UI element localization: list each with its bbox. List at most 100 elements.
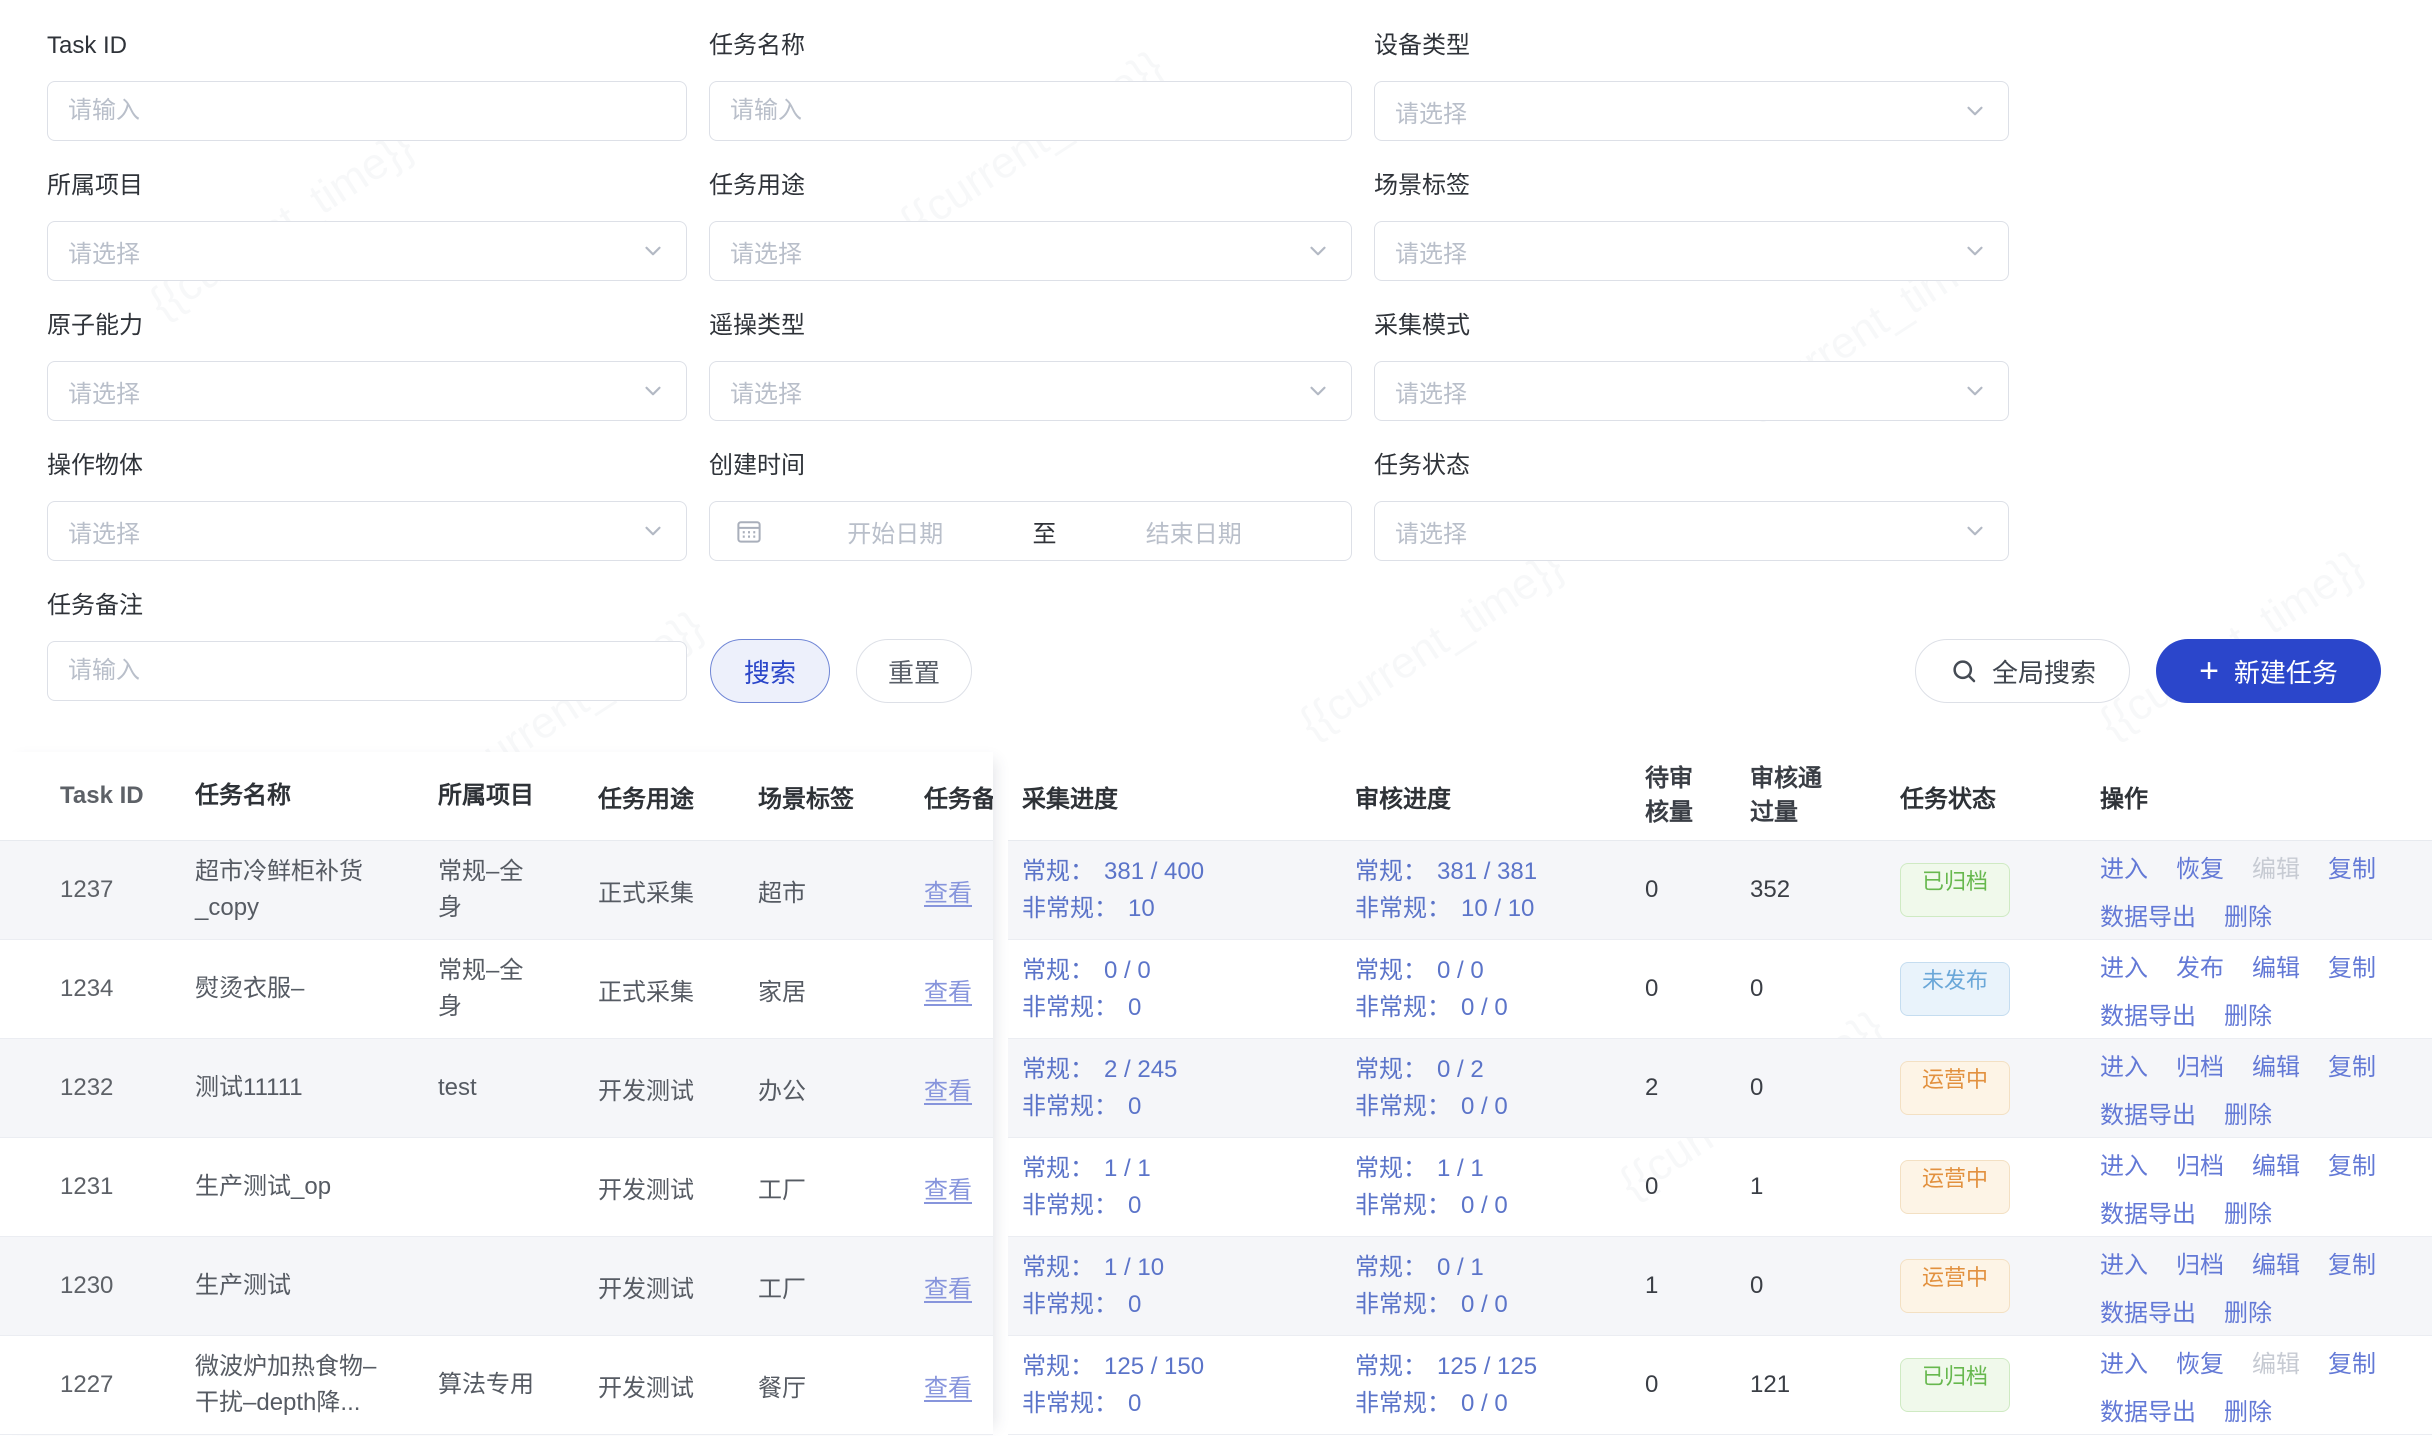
teleop-type-select[interactable]: 请选择 bbox=[709, 361, 1352, 421]
table-row: 1227 微波炉加热食物–干扰–depth降... 算法专用 开发测试 餐厅 查… bbox=[0, 1336, 993, 1435]
device-type-select[interactable]: 请选择 bbox=[1374, 81, 2009, 141]
atomic-ability-select[interactable]: 请选择 bbox=[47, 361, 687, 421]
filter-field-project: 所属项目 请选择 bbox=[47, 174, 687, 281]
delete-link[interactable]: 删除 bbox=[2224, 1293, 2272, 1328]
delete-link[interactable]: 删除 bbox=[2224, 996, 2272, 1031]
field-label: 任务状态 bbox=[1374, 454, 2009, 478]
enter-link[interactable]: 进入 bbox=[2100, 948, 2148, 983]
field-label: Task ID bbox=[47, 34, 687, 58]
export-link[interactable]: 数据导出 bbox=[2100, 1095, 2196, 1130]
field-label: 场景标签 bbox=[1374, 174, 2009, 198]
reset-button[interactable]: 重置 bbox=[856, 639, 972, 703]
view-remark-link[interactable]: 查看 bbox=[924, 1269, 972, 1304]
enter-link[interactable]: 进入 bbox=[2100, 1245, 2148, 1280]
task-status-select[interactable]: 请选择 bbox=[1374, 501, 2009, 561]
view-remark-link[interactable]: 查看 bbox=[924, 1170, 972, 1205]
table-row: 常规：1 / 10 非常规：0 常规：0 / 1 非常规：0 / 0 1 0 运… bbox=[1008, 1237, 2432, 1336]
field-label: 遥操类型 bbox=[709, 314, 1352, 338]
global-search-button[interactable]: 全局搜索 bbox=[1915, 639, 2130, 703]
collect-mode-select[interactable]: 请选择 bbox=[1374, 361, 2009, 421]
project-select[interactable]: 请选择 bbox=[47, 221, 687, 281]
delete-link[interactable]: 删除 bbox=[2224, 1392, 2272, 1427]
copy-link[interactable]: 复制 bbox=[2328, 1344, 2376, 1379]
view-remark-link[interactable]: 查看 bbox=[924, 873, 972, 908]
field-label: 采集模式 bbox=[1374, 314, 2009, 338]
create-task-button[interactable]: + 新建任务 bbox=[2156, 639, 2381, 703]
status-badge: 未发布 bbox=[1900, 962, 2010, 1016]
export-link[interactable]: 数据导出 bbox=[2100, 1392, 2196, 1427]
chevron-down-icon bbox=[1962, 238, 1988, 264]
field-label: 任务名称 bbox=[709, 34, 1352, 58]
filter-field-scene-tag: 场景标签 请选择 bbox=[1374, 174, 2009, 281]
task-filter-form: Task ID 任务名称 设备类型 请选择 所属项目 请选择 任务用途 请选择 bbox=[47, 34, 2057, 701]
archive-link[interactable]: 归档 bbox=[2176, 1146, 2224, 1181]
chevron-down-icon bbox=[1305, 238, 1331, 264]
restore-link[interactable]: 恢复 bbox=[2176, 849, 2224, 884]
purpose-select[interactable]: 请选择 bbox=[709, 221, 1352, 281]
edit-link[interactable]: 编辑 bbox=[2252, 1245, 2300, 1280]
table-row: 常规：381 / 400 非常规：10 常规：381 / 381 非常规：10 … bbox=[1008, 841, 2432, 940]
view-remark-link[interactable]: 查看 bbox=[924, 972, 972, 1007]
field-label: 任务备注 bbox=[47, 594, 687, 618]
edit-link[interactable]: 编辑 bbox=[2252, 1344, 2300, 1379]
delete-link[interactable]: 删除 bbox=[2224, 1194, 2272, 1229]
chevron-down-icon bbox=[640, 518, 666, 544]
status-badge: 已归档 bbox=[1900, 1358, 2010, 1412]
edit-link[interactable]: 编辑 bbox=[2252, 1146, 2300, 1181]
export-link[interactable]: 数据导出 bbox=[2100, 1194, 2196, 1229]
scene-tag-select[interactable]: 请选择 bbox=[1374, 221, 2009, 281]
export-link[interactable]: 数据导出 bbox=[2100, 897, 2196, 932]
view-remark-link[interactable]: 查看 bbox=[924, 1071, 972, 1106]
table-scroll-columns: 采集进度 审核进度 待审核量 审核通过量 任务状态 操作 常规：381 / 40… bbox=[1008, 752, 2432, 1435]
delete-link[interactable]: 删除 bbox=[2224, 897, 2272, 932]
task-name-input[interactable] bbox=[709, 81, 1352, 141]
search-button[interactable]: 搜索 bbox=[710, 639, 830, 703]
copy-link[interactable]: 复制 bbox=[2328, 849, 2376, 884]
status-badge: 已归档 bbox=[1900, 863, 2010, 917]
field-label: 原子能力 bbox=[47, 314, 687, 338]
table-row: 1234 熨烫衣服– 常规–全身 正式采集 家居 查看 bbox=[0, 940, 993, 1039]
table-fixed-columns: Task ID 任务名称 所属项目 任务用途 场景标签 任务备注 1237 超市… bbox=[0, 752, 993, 1435]
copy-link[interactable]: 复制 bbox=[2328, 1146, 2376, 1181]
export-link[interactable]: 数据导出 bbox=[2100, 996, 2196, 1031]
table-row: 常规：0 / 0 非常规：0 常规：0 / 0 非常规：0 / 0 0 0 未发… bbox=[1008, 940, 2432, 1039]
restore-link[interactable]: 恢复 bbox=[2176, 1344, 2224, 1379]
archive-link[interactable]: 归档 bbox=[2176, 1245, 2224, 1280]
enter-link[interactable]: 进入 bbox=[2100, 1047, 2148, 1082]
copy-link[interactable]: 复制 bbox=[2328, 1047, 2376, 1082]
table-header: Task ID 任务名称 所属项目 任务用途 场景标签 任务备注 bbox=[0, 752, 993, 841]
search-icon bbox=[1949, 656, 1979, 686]
archive-link[interactable]: 归档 bbox=[2176, 1047, 2224, 1082]
filter-field-purpose: 任务用途 请选择 bbox=[709, 174, 1352, 281]
filter-field-task-id: Task ID bbox=[47, 34, 687, 141]
view-remark-link[interactable]: 查看 bbox=[924, 1368, 972, 1403]
copy-link[interactable]: 复制 bbox=[2328, 948, 2376, 983]
chevron-down-icon bbox=[1962, 518, 1988, 544]
enter-link[interactable]: 进入 bbox=[2100, 1146, 2148, 1181]
filter-field-operate-object: 操作物体 请选择 bbox=[47, 454, 687, 561]
enter-link[interactable]: 进入 bbox=[2100, 1344, 2148, 1379]
task-remark-input[interactable] bbox=[47, 641, 687, 701]
filter-field-teleop-type: 遥操类型 请选择 bbox=[709, 314, 1352, 421]
field-label: 操作物体 bbox=[47, 454, 687, 478]
date-range-input[interactable]: 开始日期 至 结束日期 bbox=[709, 501, 1352, 561]
end-date-placeholder: 结束日期 bbox=[1063, 514, 1326, 549]
delete-link[interactable]: 删除 bbox=[2224, 1095, 2272, 1130]
table-row: 1237 超市冷鲜柜补货_copy 常规–全身 正式采集 超市 查看 bbox=[0, 841, 993, 940]
copy-link[interactable]: 复制 bbox=[2328, 1245, 2376, 1280]
table-header: 采集进度 审核进度 待审核量 审核通过量 任务状态 操作 bbox=[1008, 752, 2432, 841]
calendar-icon bbox=[734, 516, 764, 546]
enter-link[interactable]: 进入 bbox=[2100, 849, 2148, 884]
table-row: 1230 生产测试 开发测试 工厂 查看 bbox=[0, 1237, 993, 1336]
chevron-down-icon bbox=[1962, 378, 1988, 404]
status-badge: 运营中 bbox=[1900, 1061, 2010, 1115]
publish-link[interactable]: 发布 bbox=[2176, 948, 2224, 983]
operate-object-select[interactable]: 请选择 bbox=[47, 501, 687, 561]
task-id-input[interactable] bbox=[47, 81, 687, 141]
filter-field-task-status: 任务状态 请选择 bbox=[1374, 454, 2009, 561]
edit-link[interactable]: 编辑 bbox=[2252, 948, 2300, 983]
edit-link[interactable]: 编辑 bbox=[2252, 849, 2300, 884]
edit-link[interactable]: 编辑 bbox=[2252, 1047, 2300, 1082]
export-link[interactable]: 数据导出 bbox=[2100, 1293, 2196, 1328]
filter-field-task-name: 任务名称 bbox=[709, 34, 1352, 141]
